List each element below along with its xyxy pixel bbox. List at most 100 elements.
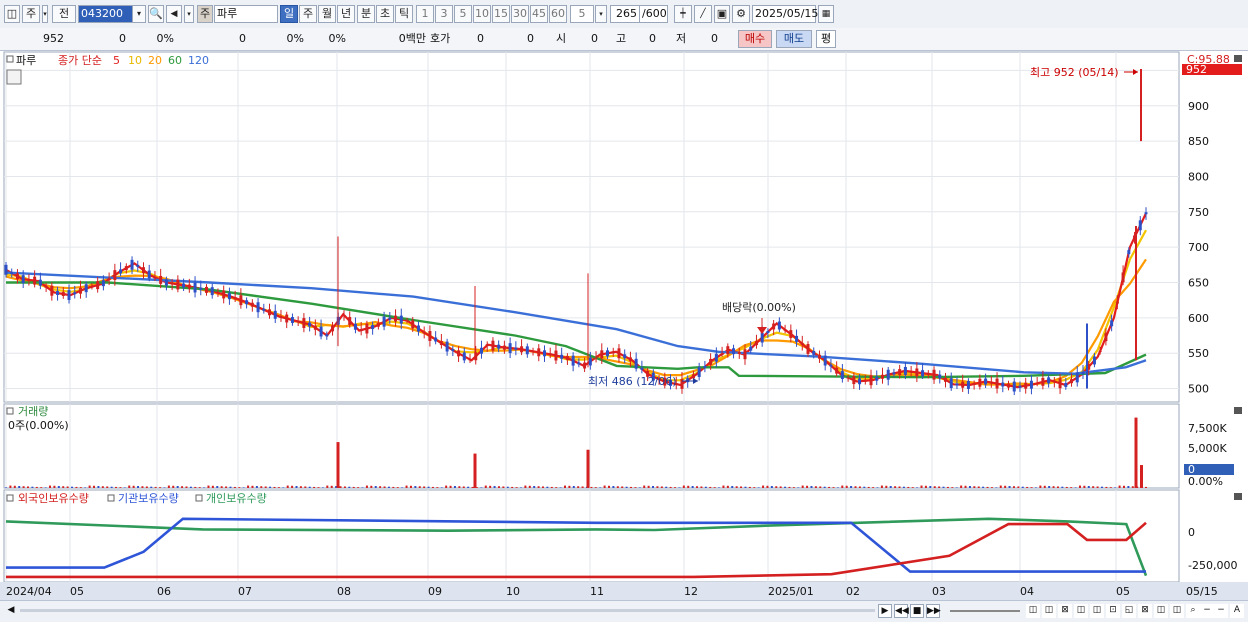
candle-body bbox=[525, 346, 529, 355]
candle-icon[interactable]: ┿ bbox=[674, 5, 692, 23]
holdings-panel-close-icon[interactable] bbox=[1234, 493, 1242, 500]
candle-body bbox=[331, 325, 335, 332]
tab-month[interactable]: 월 bbox=[318, 5, 336, 23]
volume-bar bbox=[889, 486, 892, 488]
volume-bar bbox=[709, 486, 712, 488]
view6-icon[interactable]: ⊡ bbox=[1106, 604, 1120, 618]
stock-code-input[interactable]: 043200 bbox=[78, 5, 136, 23]
volume-bar bbox=[506, 486, 509, 488]
sell-button[interactable]: 매도 bbox=[776, 30, 812, 48]
candle-body bbox=[457, 350, 461, 357]
volume-bar bbox=[616, 486, 619, 488]
min-60[interactable]: 60 bbox=[549, 5, 567, 23]
interval-dropdown-icon[interactable]: ▾ bbox=[595, 5, 607, 23]
high-annotation: 최고 952 (05/14) bbox=[1030, 66, 1119, 79]
candle-body bbox=[680, 379, 684, 389]
open-value: 0 bbox=[591, 32, 598, 45]
volume-bar bbox=[1056, 486, 1059, 488]
calendar-icon[interactable]: ▦ bbox=[818, 5, 834, 23]
dropdown-arrow-icon[interactable]: ▾ bbox=[42, 5, 48, 23]
min-5[interactable]: 5 bbox=[454, 5, 472, 23]
candle-body bbox=[1041, 377, 1045, 386]
volume-bar bbox=[405, 485, 408, 488]
date-input[interactable]: 2025/05/15 bbox=[752, 5, 818, 23]
search-icon[interactable]: 🔍 bbox=[148, 5, 164, 23]
min-1[interactable]: 1 bbox=[416, 5, 434, 23]
volume-bar bbox=[1070, 487, 1073, 488]
save-icon[interactable]: ▣ bbox=[714, 5, 730, 23]
volume-bar bbox=[75, 486, 78, 488]
candle-body bbox=[800, 342, 804, 345]
volume-bar bbox=[665, 486, 668, 488]
volume-bar bbox=[198, 487, 201, 488]
layout-icon[interactable]: ◫ bbox=[4, 5, 20, 23]
zoom-icon[interactable]: ⌕ bbox=[1186, 604, 1200, 618]
candle-body bbox=[1052, 380, 1056, 383]
tab-day[interactable]: 일 bbox=[280, 5, 298, 23]
view1-icon[interactable]: ◫ bbox=[1026, 604, 1040, 618]
volume-bar bbox=[929, 486, 932, 488]
minus-icon[interactable]: − bbox=[1214, 604, 1228, 618]
view3-icon[interactable]: ⊠ bbox=[1058, 604, 1072, 618]
rate-percent: 0% bbox=[328, 32, 346, 45]
scrollbar-track[interactable] bbox=[20, 609, 875, 612]
zoom-slider[interactable] bbox=[950, 610, 1020, 612]
min-3[interactable]: 3 bbox=[435, 5, 453, 23]
volume-spike-bar bbox=[1140, 465, 1143, 488]
volume-panel-close-icon[interactable] bbox=[1234, 407, 1242, 414]
trade-amount: 0백만 bbox=[398, 32, 426, 45]
view10-icon[interactable]: ◫ bbox=[1170, 604, 1184, 618]
tab-year[interactable]: 년 bbox=[337, 5, 355, 23]
candle-body bbox=[995, 378, 999, 389]
volume-bar bbox=[942, 486, 945, 488]
view5-icon[interactable]: ◫ bbox=[1090, 604, 1104, 618]
rewind-icon[interactable]: ◀◀ bbox=[894, 604, 909, 618]
view2-icon[interactable]: ◫ bbox=[1042, 604, 1056, 618]
interval-input[interactable]: 5 bbox=[570, 5, 594, 23]
prev-button[interactable]: 전 bbox=[52, 5, 76, 23]
speaker-dropdown-icon[interactable]: ▾ bbox=[184, 5, 194, 23]
price-panel-close-icon[interactable] bbox=[1234, 55, 1242, 62]
speaker-icon[interactable]: ◀ bbox=[166, 5, 182, 23]
code-dropdown-icon[interactable]: ▾ bbox=[132, 5, 146, 23]
candle-body bbox=[250, 302, 254, 307]
min-10[interactable]: 10 bbox=[473, 5, 491, 23]
tab-minute[interactable]: 분 bbox=[357, 5, 375, 23]
stop-icon[interactable]: ■ bbox=[910, 604, 924, 618]
volume-bar bbox=[704, 486, 707, 488]
gear-icon[interactable]: ⚙ bbox=[732, 5, 750, 23]
view4-icon[interactable]: ◫ bbox=[1074, 604, 1088, 618]
zoom-out-icon[interactable]: − bbox=[1200, 604, 1214, 618]
view7-icon[interactable]: ◱ bbox=[1122, 604, 1136, 618]
candle-body bbox=[21, 275, 25, 284]
tab-week[interactable]: 주 bbox=[299, 5, 317, 23]
scroll-left-icon[interactable]: ◀ bbox=[4, 604, 18, 618]
trend-icon[interactable]: ╱ bbox=[694, 5, 712, 23]
volume-bar bbox=[62, 486, 65, 488]
avg-button[interactable]: 평 bbox=[816, 30, 836, 48]
volume-bar bbox=[784, 486, 787, 488]
candle-body bbox=[743, 349, 747, 360]
min-30[interactable]: 30 bbox=[511, 5, 529, 23]
tab-tick[interactable]: 틱 bbox=[395, 5, 413, 23]
volume-bar bbox=[365, 485, 368, 488]
table-icon[interactable] bbox=[6, 69, 22, 85]
min-15[interactable]: 15 bbox=[492, 5, 510, 23]
buy-button[interactable]: 매수 bbox=[738, 30, 772, 48]
play-icon[interactable]: ▶ bbox=[878, 604, 892, 618]
view8-icon[interactable]: ⊠ bbox=[1138, 604, 1152, 618]
volume-bar bbox=[581, 486, 584, 488]
font-icon[interactable]: A bbox=[1230, 604, 1244, 618]
view9-icon[interactable]: ◫ bbox=[1154, 604, 1168, 618]
volume-bar bbox=[22, 486, 25, 488]
high-value: 0 bbox=[649, 32, 656, 45]
candle-body bbox=[67, 290, 71, 300]
min-45[interactable]: 45 bbox=[530, 5, 548, 23]
count-input[interactable]: 265 bbox=[610, 5, 640, 23]
fast-forward-icon[interactable]: ▶▶ bbox=[926, 604, 941, 618]
volume-bar bbox=[93, 485, 96, 488]
stock-name-field[interactable]: 파루 bbox=[214, 5, 278, 23]
candle-body bbox=[623, 354, 627, 359]
period-prefix-button[interactable]: 주 bbox=[22, 5, 40, 23]
tab-second[interactable]: 초 bbox=[376, 5, 394, 23]
